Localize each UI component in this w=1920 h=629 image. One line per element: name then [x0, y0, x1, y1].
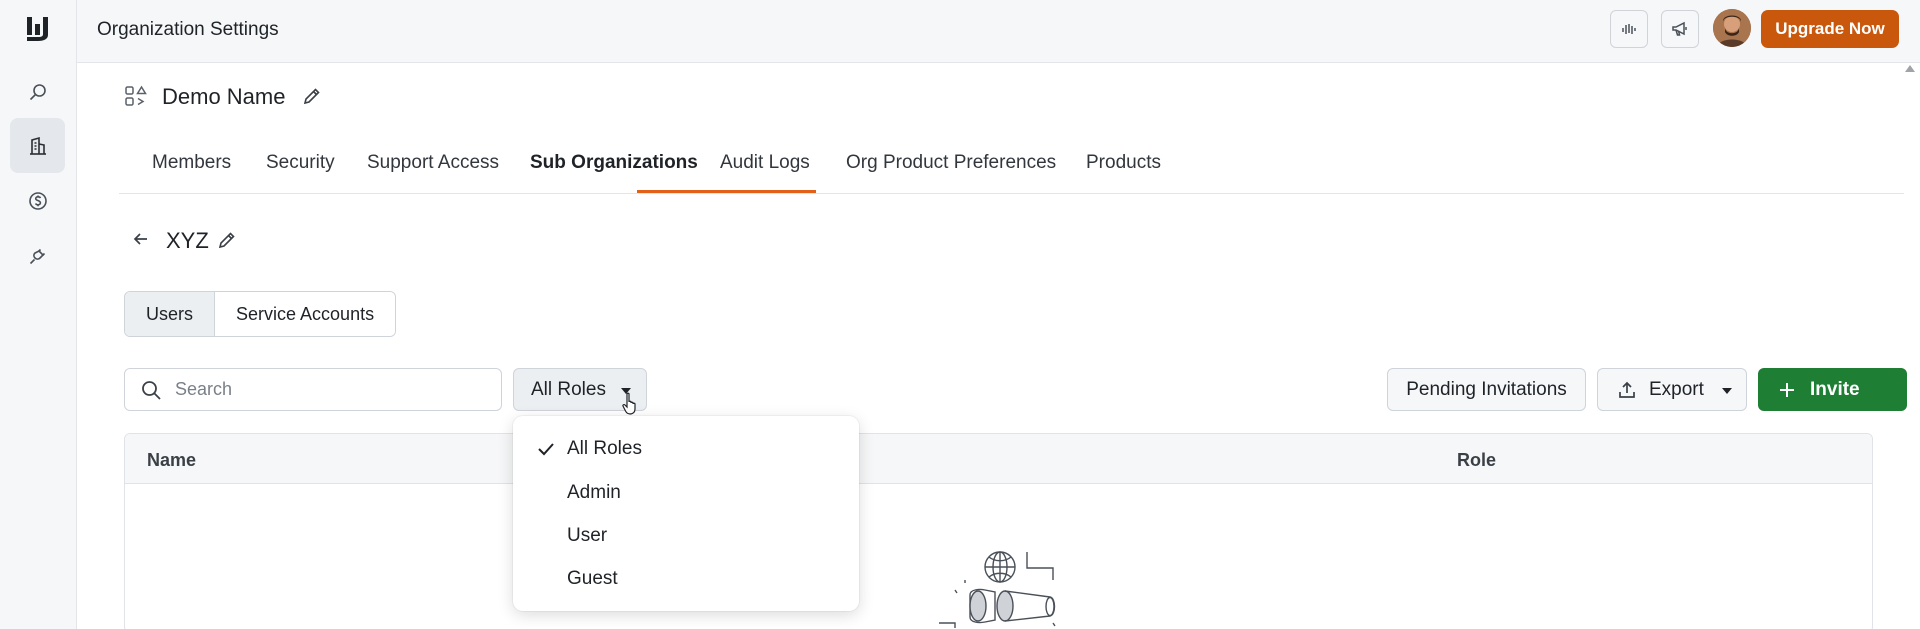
search-input[interactable]	[175, 371, 485, 408]
tab-security[interactable]: Security	[266, 152, 335, 174]
building-icon	[27, 135, 49, 157]
top-bar: Organization Settings Upgrade Now	[77, 0, 1920, 63]
left-rail	[0, 0, 77, 629]
user-avatar[interactable]	[1713, 9, 1751, 47]
upload-icon	[1617, 380, 1637, 400]
invite-label: Invite	[1810, 378, 1860, 400]
invite-button[interactable]: Invite	[1758, 368, 1907, 411]
megaphone-icon	[1670, 19, 1690, 39]
feedback-button[interactable]	[1610, 10, 1648, 48]
column-header-name[interactable]: Name	[147, 450, 196, 471]
tab-sub-organizations[interactable]: Sub Organizations	[530, 152, 698, 174]
page-title: Organization Settings	[97, 19, 279, 40]
members-table: Name Role	[124, 433, 1873, 629]
pending-invitations-button[interactable]: Pending Invitations	[1387, 368, 1586, 411]
caret-down-icon	[1722, 388, 1732, 394]
rail-search-button[interactable]	[10, 64, 65, 119]
tab-org-product-preferences[interactable]: Org Product Preferences	[846, 152, 1056, 174]
export-label: Export	[1649, 378, 1704, 400]
rail-integrations-button[interactable]	[10, 228, 65, 283]
export-button[interactable]: Export	[1597, 368, 1747, 411]
search-icon	[27, 81, 49, 103]
upgrade-now-button[interactable]: Upgrade Now	[1761, 10, 1899, 48]
check-icon	[537, 441, 555, 457]
role-option-label: Admin	[567, 482, 621, 503]
sub-org-name: XYZ	[166, 228, 209, 253]
hand-pointer-icon	[622, 392, 640, 416]
search-box	[124, 368, 502, 411]
tab-support-access[interactable]: Support Access	[367, 152, 499, 174]
role-option-label: User	[567, 525, 608, 546]
rail-organization-button[interactable]	[10, 118, 65, 173]
role-option-guest[interactable]: Guest	[513, 559, 859, 599]
roles-dropdown-menu: All Roles Admin User Guest	[513, 416, 859, 611]
user-type-switch: Users Service Accounts	[124, 291, 397, 337]
tab-products[interactable]: Products	[1086, 152, 1161, 174]
tab-members[interactable]: Members	[152, 152, 231, 174]
role-option-admin[interactable]: Admin	[513, 473, 859, 513]
role-option-all-roles[interactable]: All Roles	[513, 429, 859, 469]
role-option-label: Guest	[567, 568, 618, 589]
edit-sub-org-name-icon[interactable]	[217, 230, 237, 250]
search-icon	[141, 380, 162, 401]
org-name: Demo Name	[162, 84, 286, 109]
plus-icon	[1778, 381, 1796, 399]
rail-billing-button[interactable]	[10, 173, 65, 228]
announcements-button[interactable]	[1661, 10, 1699, 48]
apps-icon	[124, 84, 148, 108]
binoculars-icon	[925, 550, 1085, 629]
column-header-role[interactable]: Role	[1457, 450, 1496, 471]
role-option-label: All Roles	[567, 438, 642, 459]
segment-service-accounts[interactable]: Service Accounts	[215, 292, 396, 336]
org-tabs: Members Security Support Access Sub Orga…	[119, 140, 1904, 194]
table-header: Name Role	[125, 434, 1872, 484]
dollar-circle-icon	[27, 190, 49, 212]
roles-filter-label: All Roles	[531, 378, 606, 400]
signal-icon	[1619, 19, 1639, 39]
scroll-up-arrow[interactable]	[1905, 65, 1915, 72]
tab-audit-logs[interactable]: Audit Logs	[720, 152, 810, 174]
app-logo[interactable]	[24, 15, 52, 43]
segment-users[interactable]: Users	[125, 292, 216, 336]
role-option-user[interactable]: User	[513, 516, 859, 556]
edit-org-name-icon[interactable]	[302, 86, 322, 106]
plug-icon	[27, 245, 49, 267]
active-tab-indicator	[637, 190, 816, 193]
back-arrow-icon[interactable]	[131, 229, 151, 249]
